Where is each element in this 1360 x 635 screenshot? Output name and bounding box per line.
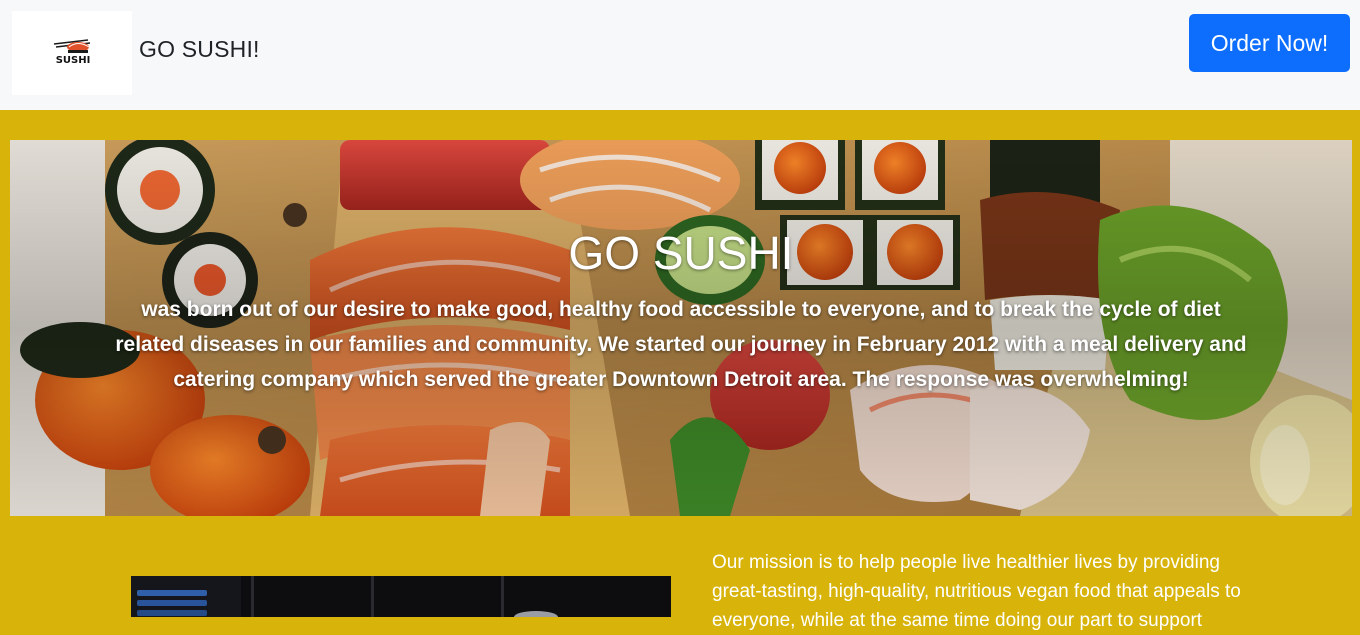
navbar: SUSHI GO SUSHI! Order Now!: [0, 0, 1360, 110]
restaurant-photo: [131, 576, 671, 617]
hero-title: GO SUSHI: [568, 227, 794, 279]
mission-text: Our mission is to help people live healt…: [712, 552, 1241, 631]
logo[interactable]: SUSHI: [12, 11, 132, 95]
hero-description: was born out of our desire to make good,…: [115, 298, 1247, 391]
restaurant-interior-image: [131, 576, 671, 617]
brand-name[interactable]: GO SUSHI!: [139, 36, 260, 63]
hero-banner: GO SUSHI was born out of our desire to m…: [10, 140, 1352, 516]
order-now-button[interactable]: Order Now!: [1189, 14, 1350, 72]
logo-text: SUSHI: [56, 55, 91, 66]
sushi-logo-icon: SUSHI: [53, 39, 91, 66]
